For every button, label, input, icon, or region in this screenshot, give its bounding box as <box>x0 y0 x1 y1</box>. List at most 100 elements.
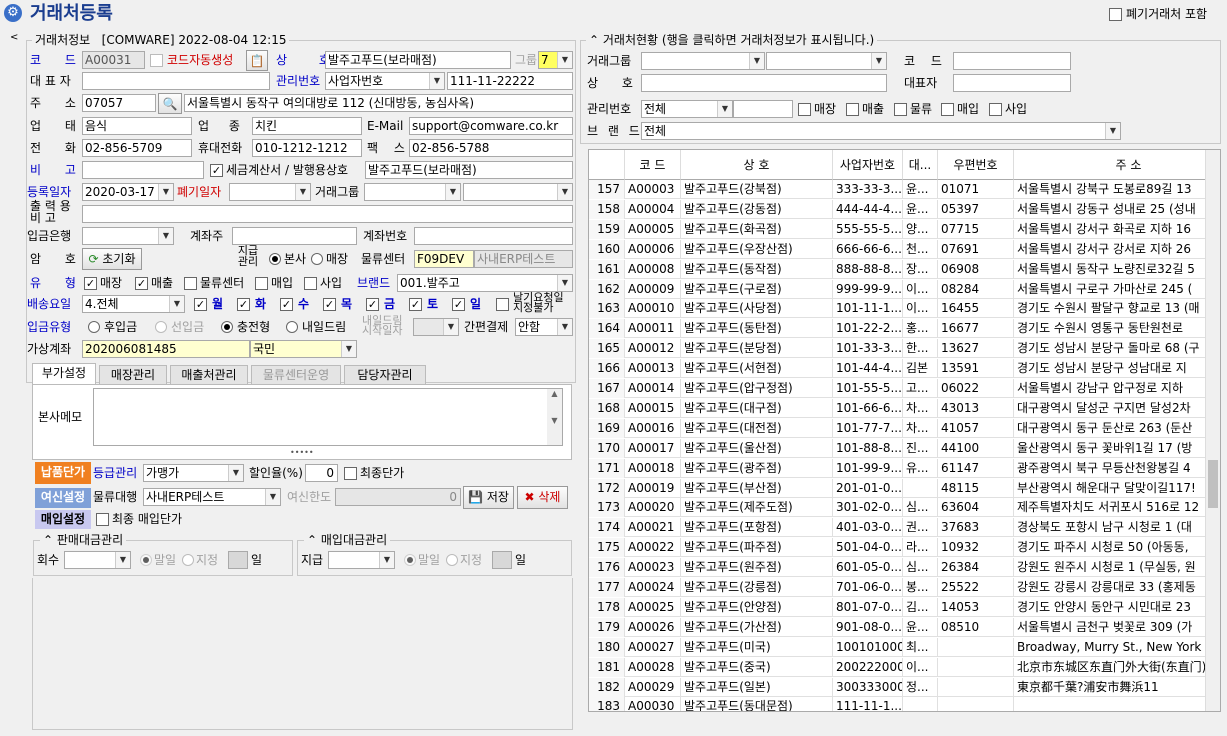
fax-input[interactable]: 02-856-5788 <box>409 139 573 157</box>
virtual-bank-select[interactable]: 국민 ▼ <box>250 340 357 358</box>
brand-select[interactable]: 001.발주고 ▼ <box>397 274 573 292</box>
day-sat-checkbox[interactable]: ✓ <box>409 298 422 311</box>
table-row[interactable]: 166 A00013 발주고푸드(서현점) 101-44-4... 김본 13591 경기도… <box>589 359 1220 379</box>
table-row[interactable]: 159 A00005 발주고푸드(화곡점) 555-55-5... 양... 07715 서… <box>589 219 1220 239</box>
table-row[interactable]: 178 A00025 발주고푸드(안양점) 801-07-0... 김... 14053 경… <box>589 597 1220 617</box>
price-button[interactable]: 납품단가 <box>35 462 91 484</box>
save-button[interactable]: 💾 저장 <box>463 486 514 509</box>
buy-specific-radio[interactable] <box>446 554 458 566</box>
search-address-icon[interactable]: 🔍 <box>158 93 182 114</box>
r-name-input[interactable] <box>641 74 887 92</box>
final-buy-checkbox[interactable] <box>96 513 109 526</box>
include-disposed-checkbox[interactable] <box>1109 8 1122 21</box>
tab-store[interactable]: 매장관리 <box>99 365 167 384</box>
virtual-account-input[interactable]: 202006081485 <box>82 340 250 358</box>
dep-next-radio[interactable] <box>286 321 298 333</box>
copy-icon[interactable]: 📋 <box>246 50 268 71</box>
tel-input[interactable]: 02-856-5709 <box>82 139 192 157</box>
column-header[interactable]: 주 소 <box>1014 150 1220 180</box>
type-biz-checkbox[interactable] <box>304 277 317 290</box>
day-mon-checkbox[interactable]: ✓ <box>194 298 207 311</box>
r-ceo-input[interactable] <box>953 74 1071 92</box>
type-buy-checkbox[interactable] <box>255 277 268 290</box>
table-row[interactable]: 175 A00022 발주고푸드(파주점) 501-04-0... 라... 10932 경… <box>589 538 1220 558</box>
pay-store-radio[interactable] <box>311 253 323 265</box>
tab-extra[interactable]: 부가설정 <box>32 363 96 384</box>
column-header[interactable]: 코 드 <box>625 150 681 180</box>
type-sale-checkbox[interactable]: ✓ <box>135 277 148 290</box>
memo-textarea[interactable] <box>93 388 563 446</box>
dep-after-radio[interactable] <box>88 321 100 333</box>
r-filter-buy-checkbox[interactable] <box>941 103 954 116</box>
table-row[interactable]: 160 A00006 발주고푸드(우장산점) 666-66-6... 천... 07691… <box>589 239 1220 259</box>
r-dealgrp-select-2[interactable]: ▼ <box>766 52 887 70</box>
r-brand-select[interactable]: 전체 ▼ <box>641 122 1121 140</box>
table-row[interactable]: 168 A00015 발주고푸드(대구점) 101-66-6... 차... 43013 대… <box>589 398 1220 418</box>
r-filter-store-checkbox[interactable] <box>798 103 811 116</box>
day-sun-checkbox[interactable]: ✓ <box>452 298 465 311</box>
table-row[interactable]: 183 A00030 발주고푸드(동대문점) 111-11-1... <box>589 697 1220 711</box>
table-row[interactable]: 169 A00016 발주고푸드(대전점) 101-77-7... 차... 41057 대… <box>589 418 1220 438</box>
table-row[interactable]: 177 A00024 발주고푸드(강릉점) 701-06-0... 봉... 25522 강… <box>589 578 1220 597</box>
tab-staff[interactable]: 담당자관리 <box>344 365 426 384</box>
email-input[interactable]: support@comware.co.kr <box>409 117 573 135</box>
delete-button[interactable]: ✖ 삭제 <box>517 486 568 509</box>
table-row[interactable]: 171 A00018 발주고푸드(광주점) 101-99-9... 유... 61147 광… <box>589 458 1220 478</box>
deal-group-select-1[interactable]: ▼ <box>364 183 461 201</box>
item-input[interactable]: 치킨 <box>252 117 362 135</box>
vscroll-thumb[interactable] <box>1208 460 1218 508</box>
final-price-checkbox[interactable] <box>344 467 357 480</box>
mgmt-input[interactable]: 111-11-22222 <box>447 72 573 90</box>
column-header[interactable]: 우편번호 <box>938 150 1014 180</box>
table-row[interactable]: 179 A00026 발주고푸드(가산점) 901-08-0... 윤... 08510 서… <box>589 617 1220 637</box>
pay2-select[interactable]: ▼ <box>328 551 395 569</box>
table-vscroll[interactable] <box>1205 150 1220 711</box>
table-row[interactable]: 174 A00021 발주고푸드(포항점) 401-03-0... 권... 37683 경… <box>589 518 1220 538</box>
table-row[interactable]: 157 A00003 발주고푸드(강북점) 333-33-3... 윤... 01071 서… <box>589 180 1220 199</box>
collapse-arrow-icon[interactable]: < <box>10 32 18 43</box>
dispose-date-select[interactable]: ▼ <box>229 183 311 201</box>
zip-input[interactable]: 07057 <box>82 94 156 112</box>
type-store-checkbox[interactable]: ✓ <box>84 277 97 290</box>
dep-before-radio[interactable] <box>155 321 167 333</box>
logi-select[interactable]: 사내ERP테스트 ▼ <box>143 488 281 506</box>
memo-scrollbar[interactable]: ▲ ▼ <box>547 389 562 445</box>
r-filter-sale-checkbox[interactable] <box>846 103 859 116</box>
code-input[interactable]: A00031 <box>82 51 145 69</box>
day-fri-checkbox[interactable]: ✓ <box>366 298 379 311</box>
r-filter-logi-checkbox[interactable] <box>894 103 907 116</box>
table-row[interactable]: 164 A00011 발주고푸드(동탄점) 101-22-2... 홍... 16677 경… <box>589 319 1220 339</box>
r-mgmt-input[interactable] <box>733 100 793 118</box>
auto-code-checkbox[interactable] <box>150 54 163 67</box>
tax-name-input[interactable]: 발주고푸드(보라매점) <box>365 161 573 179</box>
type-center-checkbox[interactable] <box>184 277 197 290</box>
table-row[interactable]: 182A00029발주고푸드(일본)3003330000정... 東京都千葉?浦安… <box>589 677 1220 697</box>
grade-select[interactable]: 가맹가 ▼ <box>143 464 244 482</box>
table-row[interactable]: 158 A00004 발주고푸드(강동점) 444-44-4... 윤... 05397 서… <box>589 199 1220 219</box>
mgmt-type-select[interactable]: 사업자번호 ▼ <box>325 72 445 90</box>
more-dots[interactable]: ••••• <box>290 448 314 457</box>
discount-input[interactable]: 0 <box>305 464 338 482</box>
credit-button[interactable]: 여신설정 <box>35 488 91 508</box>
day-wed-checkbox[interactable]: ✓ <box>280 298 293 311</box>
table-row[interactable]: 173 A00020 발주고푸드(제주도점) 301-02-0... 심... 63604… <box>589 498 1220 518</box>
account-input[interactable] <box>414 227 573 245</box>
buy-endmonth-radio[interactable] <box>404 554 416 566</box>
table-row[interactable]: 176 A00023 발주고푸드(원주점) 601-05-0... 심... 26384 강… <box>589 558 1220 578</box>
column-header[interactable]: 상 호 <box>681 150 833 180</box>
table-row[interactable]: 161 A00008 발주고푸드(동작점) 888-88-8... 장... 06908 서… <box>589 259 1220 279</box>
buy-settings-button[interactable]: 매입설정 <box>35 510 91 529</box>
table-row[interactable]: 167 A00014 발주고푸드(압구정점) 101-55-5... 고... 06022… <box>589 379 1220 398</box>
bank-select[interactable]: ▼ <box>82 227 174 245</box>
column-header[interactable]: 사업자번호 <box>833 150 903 180</box>
reg-date-select[interactable]: 2020-03-17 ▼ <box>82 183 174 201</box>
biz-input[interactable]: 음식 <box>82 117 192 135</box>
dep-charge-radio[interactable] <box>221 321 233 333</box>
name-input[interactable]: 발주고푸드(보라매점) <box>325 51 511 69</box>
r-filter-biz-checkbox[interactable] <box>989 103 1002 116</box>
mobile-input[interactable]: 010-1212-1212 <box>252 139 362 157</box>
holder-input[interactable] <box>232 227 357 245</box>
sales-specific-radio[interactable] <box>182 554 194 566</box>
delivery-req-checkbox[interactable] <box>496 298 509 311</box>
ceo-input[interactable] <box>82 72 270 90</box>
